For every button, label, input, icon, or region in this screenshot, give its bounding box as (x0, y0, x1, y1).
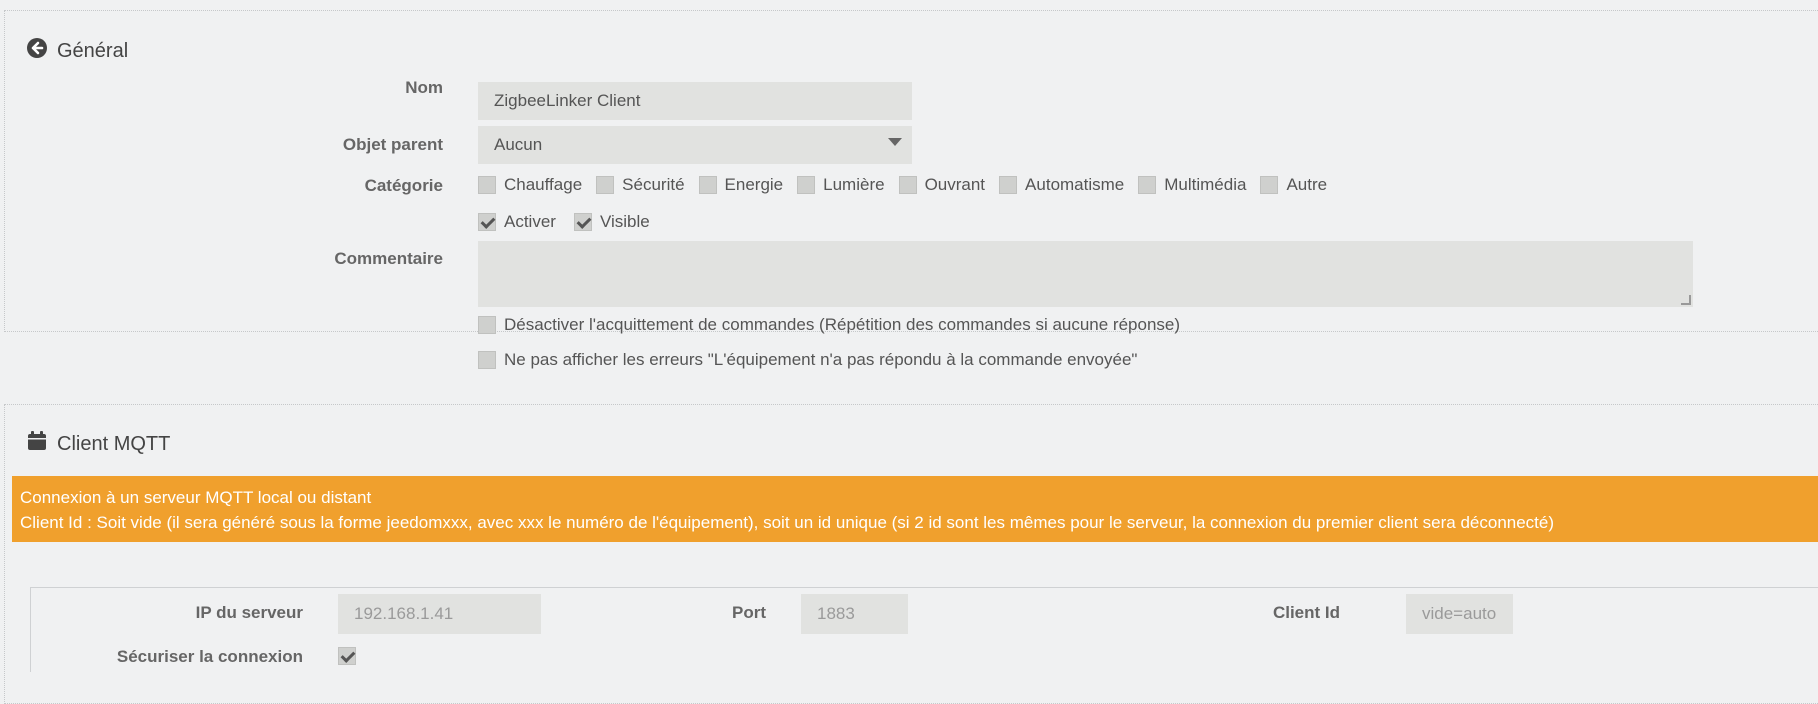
category-label: Lumière (823, 175, 885, 194)
category-securite[interactable]: Sécurité (596, 175, 685, 195)
option-erreurs-label: Ne pas afficher les erreurs "L'équipemen… (504, 350, 1138, 369)
category-label: Ouvrant (924, 175, 986, 194)
category-label: Energie (724, 175, 784, 194)
calendar-icon (27, 431, 47, 457)
mqtt-info-alert: Connexion à un serveur MQTT local ou dis… (12, 476, 1818, 542)
commentaire-label: Commentaire (334, 249, 443, 268)
checkbox[interactable] (478, 351, 496, 369)
category-automatisme[interactable]: Automatisme (999, 175, 1124, 195)
mqtt-legend: Client MQTT (27, 431, 170, 457)
objet-parent-select[interactable]: Aucun (478, 126, 912, 164)
port-label: Port (732, 603, 766, 622)
option-acquittement-label: Désactiver l'acquittement de commandes (… (504, 315, 1181, 334)
arrow-left-circle-icon[interactable] (27, 38, 47, 64)
activer-toggle[interactable]: Activer (478, 212, 556, 232)
checkbox[interactable] (1260, 176, 1279, 194)
general-title: Général (57, 39, 129, 62)
activer-checkbox[interactable] (478, 213, 496, 231)
checkbox[interactable] (478, 176, 496, 194)
checkbox[interactable] (698, 176, 717, 194)
category-energie[interactable]: Energie (698, 175, 784, 195)
objet-parent-value: Aucun (494, 135, 543, 154)
client-id-placeholder: vide=auto (1422, 604, 1497, 623)
visible-checkbox[interactable] (573, 213, 592, 231)
checkbox[interactable] (596, 176, 615, 194)
mqtt-form-left-border (30, 587, 31, 672)
activation-checkboxes: Activer Visible (478, 212, 664, 232)
checkbox[interactable] (1138, 176, 1157, 194)
option-erreurs-toggle[interactable]: Ne pas afficher les erreurs "L'équipemen… (478, 350, 1137, 370)
visible-label: Visible (599, 212, 650, 231)
objet-parent-label: Objet parent (342, 135, 443, 154)
category-label: Chauffage (504, 175, 583, 194)
resize-handle-icon[interactable] (1681, 295, 1691, 305)
checkbox[interactable] (898, 176, 917, 194)
option-acquittement[interactable]: Désactiver l'acquittement de commandes (… (478, 315, 1194, 335)
category-autre[interactable]: Autre (1260, 175, 1327, 195)
ip-label: IP du serveur (195, 603, 303, 622)
category-multimedia[interactable]: Multimédia (1138, 175, 1246, 195)
nom-label: Nom (405, 78, 443, 97)
ip-input[interactable]: 192.168.1.41 (338, 594, 541, 634)
alert-line-1: Connexion à un serveur MQTT local ou dis… (20, 488, 372, 507)
category-label: Automatisme (1025, 175, 1125, 194)
activer-label: Activer (504, 212, 556, 231)
visible-toggle[interactable]: Visible (573, 212, 650, 232)
categorie-label: Catégorie (364, 176, 443, 195)
client-id-input[interactable]: vide=auto (1406, 594, 1513, 634)
category-chauffage[interactable]: Chauffage (478, 175, 582, 195)
checkbox[interactable] (478, 316, 496, 334)
categorie-checkboxes: Chauffage Sécurité Energie Lumière Ouvra… (478, 175, 1341, 195)
checkbox[interactable] (797, 176, 816, 194)
category-label: Multimédia (1164, 175, 1247, 194)
option-erreurs[interactable]: Ne pas afficher les erreurs "L'équipemen… (478, 350, 1151, 370)
category-lumiere[interactable]: Lumière (797, 175, 885, 195)
category-ouvrant[interactable]: Ouvrant (898, 175, 986, 195)
category-label: Sécurité (622, 175, 685, 194)
option-acquittement-toggle[interactable]: Désactiver l'acquittement de commandes (… (478, 315, 1180, 335)
chevron-down-icon (888, 138, 902, 146)
nom-value: ZigbeeLinker Client (494, 91, 641, 110)
ip-placeholder: 192.168.1.41 (354, 604, 454, 623)
secure-label: Sécuriser la connexion (116, 647, 303, 666)
secure-checkbox[interactable] (338, 647, 356, 665)
nom-input[interactable]: ZigbeeLinker Client (478, 82, 912, 120)
mqtt-title: Client MQTT (57, 432, 171, 455)
port-placeholder: 1883 (817, 604, 855, 623)
client-id-label: Client Id (1272, 603, 1340, 622)
checkbox[interactable] (999, 176, 1018, 194)
category-label: Autre (1286, 175, 1328, 194)
commentaire-textarea[interactable] (478, 241, 1693, 307)
port-input[interactable]: 1883 (801, 594, 908, 634)
general-legend: Général (27, 38, 128, 64)
mqtt-form-divider (30, 587, 1818, 588)
alert-line-2: Client Id : Soit vide (il sera généré so… (20, 513, 1555, 532)
